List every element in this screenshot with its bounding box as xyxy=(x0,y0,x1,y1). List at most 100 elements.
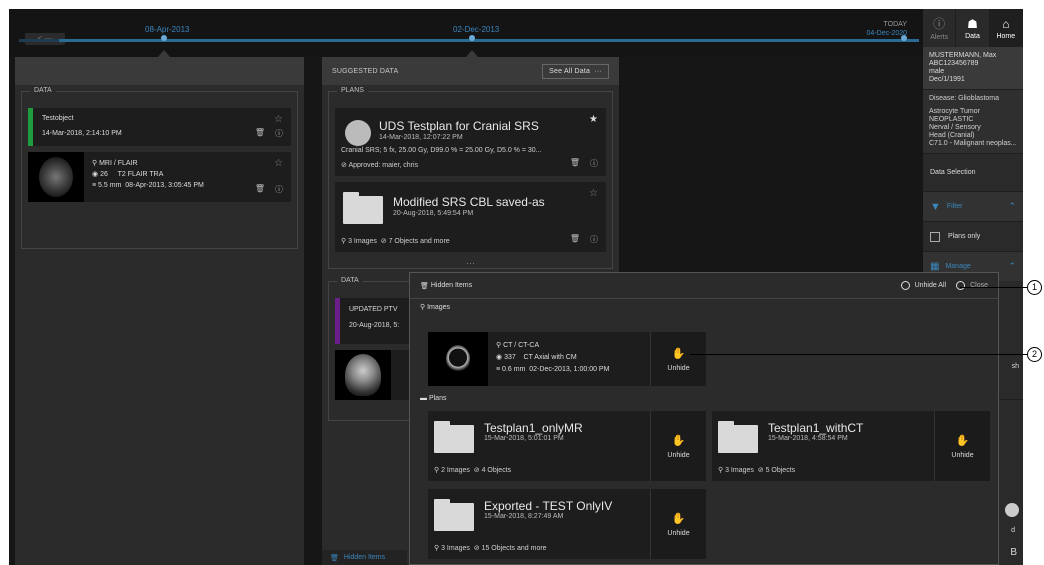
hidden-items-tab[interactable]: 🗑 Hidden Items xyxy=(322,550,407,565)
timeline-marker-1[interactable] xyxy=(161,35,167,41)
chevron-up-icon[interactable]: ⌃ xyxy=(1008,201,1016,212)
data-item-mri[interactable]: ⚲ MRI / FLAIR ◉ 26 T2 FLAIR TRA ≡ 5.5 mm… xyxy=(28,152,291,202)
star-icon[interactable]: ☆ xyxy=(274,114,283,125)
item-date: 20-Aug-2018, 5: xyxy=(349,322,400,329)
unhide-button[interactable]: ✋ Unhide xyxy=(650,411,706,481)
plan-contents: ⚲ 3 Images ⊘ 5 Objects xyxy=(718,467,796,474)
info-icon[interactable]: ⓘ xyxy=(590,158,598,169)
plan-title: Exported - TEST OnlyIV xyxy=(484,499,613,513)
hidden-plan-card-exported[interactable]: Exported - TEST OnlyIV 15-Mar-2018, 8:27… xyxy=(428,489,706,559)
nav-data[interactable]: ☗ Data xyxy=(956,9,990,47)
plan-card-uds-testplan[interactable]: UDS Testplan for Cranial SRS 14-Mar-2018… xyxy=(335,108,606,176)
see-all-data-button[interactable]: See All Data ··· xyxy=(542,63,609,79)
plan-title: Testplan1_onlyMR xyxy=(484,421,583,435)
object-icon: ⊘ xyxy=(473,545,482,552)
object-icon: ⊘ xyxy=(473,467,482,474)
image-date: 08-Apr-2013, 3:05:45 PM xyxy=(125,182,204,189)
patient-info: MUSTERMANN, Max ABC123456789 male Dec/1/… xyxy=(923,47,1023,89)
item-actions: 🗑 ⓘ xyxy=(255,184,283,195)
trash-icon: 🗑 xyxy=(420,282,431,290)
item-title: Testobject xyxy=(42,115,74,122)
plans-only-option[interactable]: Plans only xyxy=(923,221,1023,251)
unhide-button[interactable]: ✋ Unhide xyxy=(650,489,706,559)
star-filled-icon[interactable]: ★ xyxy=(589,114,598,125)
ct-scan-image xyxy=(446,345,470,373)
hidden-plan-card-onlymr[interactable]: Testplan1_onlyMR 15-Mar-2018, 5:01:01 PM… xyxy=(428,411,706,481)
patient-dob: Dec/1/1991 xyxy=(929,76,965,83)
home-icon: ⌂ xyxy=(1002,16,1010,31)
round-button[interactable] xyxy=(1005,503,1019,517)
plan-contents: ⚲ 3 Images ⊘ 15 Objects and more xyxy=(434,545,547,552)
status-bar xyxy=(335,298,340,344)
folder-icon xyxy=(718,421,758,453)
group-label: PLANS xyxy=(337,87,368,94)
alert-icon: ⓘ xyxy=(933,17,946,31)
status-bar xyxy=(28,108,33,146)
timeline-date-2[interactable]: 02-Dec-2013 xyxy=(453,25,499,34)
trash-icon[interactable]: 🗑 xyxy=(255,184,265,195)
unhide-hand-icon: ✋ xyxy=(671,347,686,360)
filter-icon: ▼ xyxy=(930,200,941,213)
unhide-all-button[interactable]: Unhide All xyxy=(900,281,946,290)
folder-icon xyxy=(434,421,474,453)
disease-line: Nerval / Sensory xyxy=(929,124,981,131)
trash-icon[interactable]: 🗑 xyxy=(570,158,580,169)
plan-card-modified-srs[interactable]: Modified SRS CBL saved-as 20-Aug-2018, 5… xyxy=(335,182,606,252)
plan-date: 20-Aug-2018, 5:49:54 PM xyxy=(393,210,474,217)
data-column: DATA Testobject 14-Mar-2018, 2:14:10 PM … xyxy=(15,57,304,565)
manage-icon: ▦ xyxy=(930,261,940,272)
mri-scan-image xyxy=(39,157,73,197)
nav-home[interactable]: ⌂ Home xyxy=(989,9,1023,47)
patient-sex: male xyxy=(929,68,945,75)
partial-label: sh xyxy=(1011,363,1019,370)
series-name: T2 FLAIR TRA xyxy=(117,171,164,178)
close-button[interactable]: Close xyxy=(956,281,988,290)
hidden-image-card[interactable]: ⚲ CT / CT-CA ◉ 337 CT Axial with CM ≡ 0.… xyxy=(428,332,706,386)
hidden-plan-card-withct[interactable]: Testplan1_withCT 15-Mar-2018, 4:58:54 PM… xyxy=(712,411,990,481)
image-meta: ⚲ MRI / FLAIR ◉ 26 T2 FLAIR TRA ≡ 5.5 mm… xyxy=(92,158,204,191)
more-dots[interactable]: ··· xyxy=(329,258,612,268)
folder-icon xyxy=(343,192,383,224)
star-icon[interactable]: ☆ xyxy=(274,158,283,169)
trash-icon[interactable]: 🗑 xyxy=(570,234,580,245)
plan-approval: ⊘ Approved: maier, chris xyxy=(341,162,419,169)
info-icon[interactable]: ⓘ xyxy=(275,128,283,139)
today-date: 04-Dec-2020 xyxy=(866,30,907,37)
timeline-today: TODAY 04-Dec-2020 xyxy=(867,20,907,38)
nav-alerts[interactable]: ⓘ Alerts xyxy=(923,9,957,47)
folder-icon: ▬ xyxy=(420,395,429,402)
patient-name: MUSTERMANN, Max xyxy=(929,52,997,59)
timeline-pointer-1 xyxy=(158,50,170,57)
partial-label: d xyxy=(1011,527,1015,534)
item-actions: 🗑 ⓘ xyxy=(570,234,598,245)
close-icon xyxy=(956,281,966,290)
item-actions: 🗑 ⓘ xyxy=(570,158,598,169)
callout-1: 1 xyxy=(1027,280,1042,295)
info-icon[interactable]: ⓘ xyxy=(590,234,598,245)
plan-date: 15-Mar-2018, 8:27:49 AM xyxy=(484,513,564,520)
slice-thickness: 5.5 mm xyxy=(98,182,122,189)
trash-icon[interactable]: 🗑 xyxy=(255,128,265,139)
callout-line-1 xyxy=(960,287,1028,288)
plans-section-label: ▬ Plans xyxy=(420,395,447,402)
modality-row: ⚲ CT / CT-CA xyxy=(496,342,540,349)
images-section-label: ⚲ Images xyxy=(420,304,451,311)
info-icon[interactable]: ⓘ xyxy=(275,184,283,195)
chevron-up-icon[interactable]: ⌃ xyxy=(1008,261,1016,272)
folder-icon xyxy=(434,499,474,531)
timeline-date-1[interactable]: 08-Apr-2013 xyxy=(145,25,189,34)
sagittal-scan-image xyxy=(345,354,381,396)
unhide-button[interactable]: ✋ Unhide xyxy=(650,332,706,386)
plans-group: PLANS UDS Testplan for Cranial SRS 14-Ma… xyxy=(328,87,613,269)
app-window: < ▬ 08-Apr-2013 02-Dec-2013 TODAY 04-Dec… xyxy=(9,9,1023,565)
timeline-marker-2[interactable] xyxy=(469,35,475,41)
plans-only-checkbox[interactable] xyxy=(930,231,940,242)
unhide-button[interactable]: ✋ Unhide xyxy=(934,411,990,481)
data-item-testobject[interactable]: Testobject 14-Mar-2018, 2:14:10 PM ☆ 🗑 ⓘ xyxy=(28,108,291,146)
group-label: DATA xyxy=(337,277,363,284)
timeline[interactable]: < ▬ 08-Apr-2013 02-Dec-2013 TODAY 04-Dec… xyxy=(9,9,923,57)
filter-section[interactable]: ▼ Filter ⌃ xyxy=(923,191,1023,221)
plan-icon xyxy=(345,120,371,146)
image-thumbnail xyxy=(335,350,391,400)
star-icon[interactable]: ☆ xyxy=(589,188,598,199)
